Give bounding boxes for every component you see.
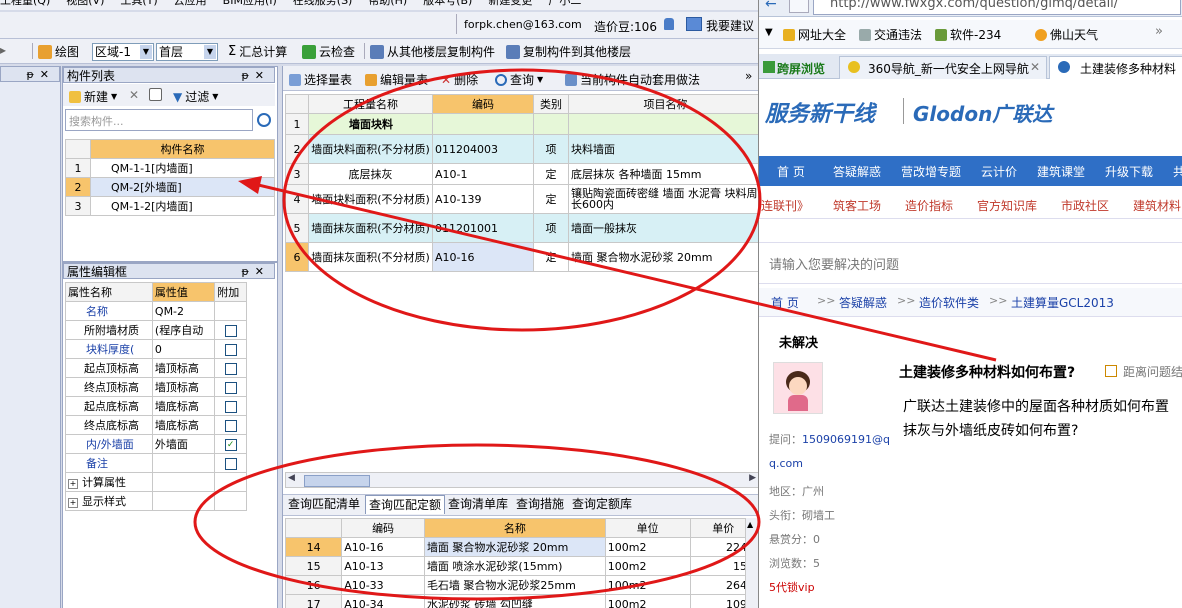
annotation-circle-bottom [193, 443, 761, 601]
annotation-overlay [193, 68, 997, 601]
annotation-arrow-head [238, 176, 262, 194]
annotation-circle-top [282, 68, 762, 332]
annotation-arrow-line [253, 182, 997, 362]
